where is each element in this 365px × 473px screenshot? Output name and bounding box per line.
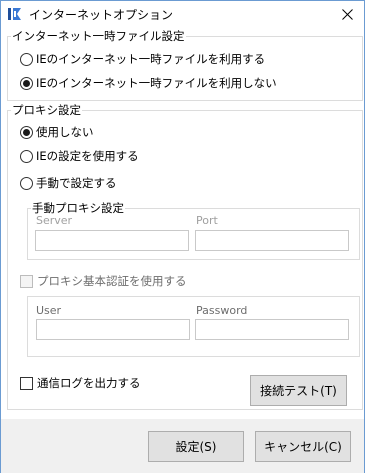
temp-files-notuse-label: IEのインターネット一時ファイルを利用しない xyxy=(36,76,277,90)
dialog-body: インターネット一時ファイル設定 IEのインターネット一時ファイルを利用する IE… xyxy=(1,27,364,419)
proxy-none-label: 使用しない xyxy=(36,125,94,139)
user-input[interactable] xyxy=(36,319,190,340)
user-label: User xyxy=(36,304,62,317)
proxy-ie-radio[interactable] xyxy=(20,149,33,163)
ok-button[interactable]: 設定(S) xyxy=(148,431,244,462)
manual-proxy-group-title: 手動プロキシ設定 xyxy=(31,201,125,215)
temp-files-use-option[interactable]: IEのインターネット一時ファイルを利用する xyxy=(20,51,265,67)
password-label: Password xyxy=(196,304,248,317)
server-input[interactable] xyxy=(35,230,189,251)
proxy-none-option[interactable]: 使用しない xyxy=(20,124,94,140)
port-input[interactable] xyxy=(195,230,349,251)
log-label: 通信ログを出力する xyxy=(37,376,141,390)
log-option[interactable]: 通信ログを出力する xyxy=(20,375,141,391)
temp-files-group-title: インターネット一時ファイル設定 xyxy=(11,29,186,43)
port-label: Port xyxy=(196,214,218,227)
dialog-footer: 設定(S) キャンセル(C) xyxy=(1,419,364,473)
proxy-auth-checkbox[interactable] xyxy=(20,274,33,288)
app-icon xyxy=(8,8,21,20)
proxy-ie-option[interactable]: IEの設定を使用する xyxy=(20,148,139,164)
close-button[interactable] xyxy=(330,1,364,27)
proxy-ie-label: IEの設定を使用する xyxy=(36,149,139,163)
temp-files-use-label: IEのインターネット一時ファイルを利用する xyxy=(36,52,266,66)
proxy-auth-label: プロキシ基本認証を使用する xyxy=(37,274,187,288)
temp-files-group: インターネット一時ファイル設定 xyxy=(7,29,363,101)
connection-test-button[interactable]: 接続テスト(T) xyxy=(250,375,347,406)
proxy-manual-label: 手動で設定する xyxy=(36,176,117,190)
close-icon xyxy=(341,8,353,20)
proxy-auth-option[interactable]: プロキシ基本認証を使用する xyxy=(20,273,187,289)
proxy-manual-radio[interactable] xyxy=(20,176,33,190)
title-bar: インターネットオプション xyxy=(1,1,364,27)
proxy-none-radio[interactable] xyxy=(20,125,33,139)
temp-files-use-radio[interactable] xyxy=(20,52,33,66)
server-label: Server xyxy=(36,214,73,227)
password-input[interactable] xyxy=(195,319,349,340)
window-title: インターネットオプション xyxy=(29,8,174,22)
log-checkbox[interactable] xyxy=(20,376,33,390)
proxy-group-title: プロキシ設定 xyxy=(11,103,82,117)
cancel-button[interactable]: キャンセル(C) xyxy=(255,431,351,462)
temp-files-notuse-option[interactable]: IEのインターネット一時ファイルを利用しない xyxy=(20,75,277,91)
temp-files-notuse-radio[interactable] xyxy=(20,76,33,90)
internet-options-dialog: インターネットオプション インターネット一時ファイル設定 IEのインターネット一… xyxy=(0,0,365,473)
proxy-manual-option[interactable]: 手動で設定する xyxy=(20,175,117,191)
